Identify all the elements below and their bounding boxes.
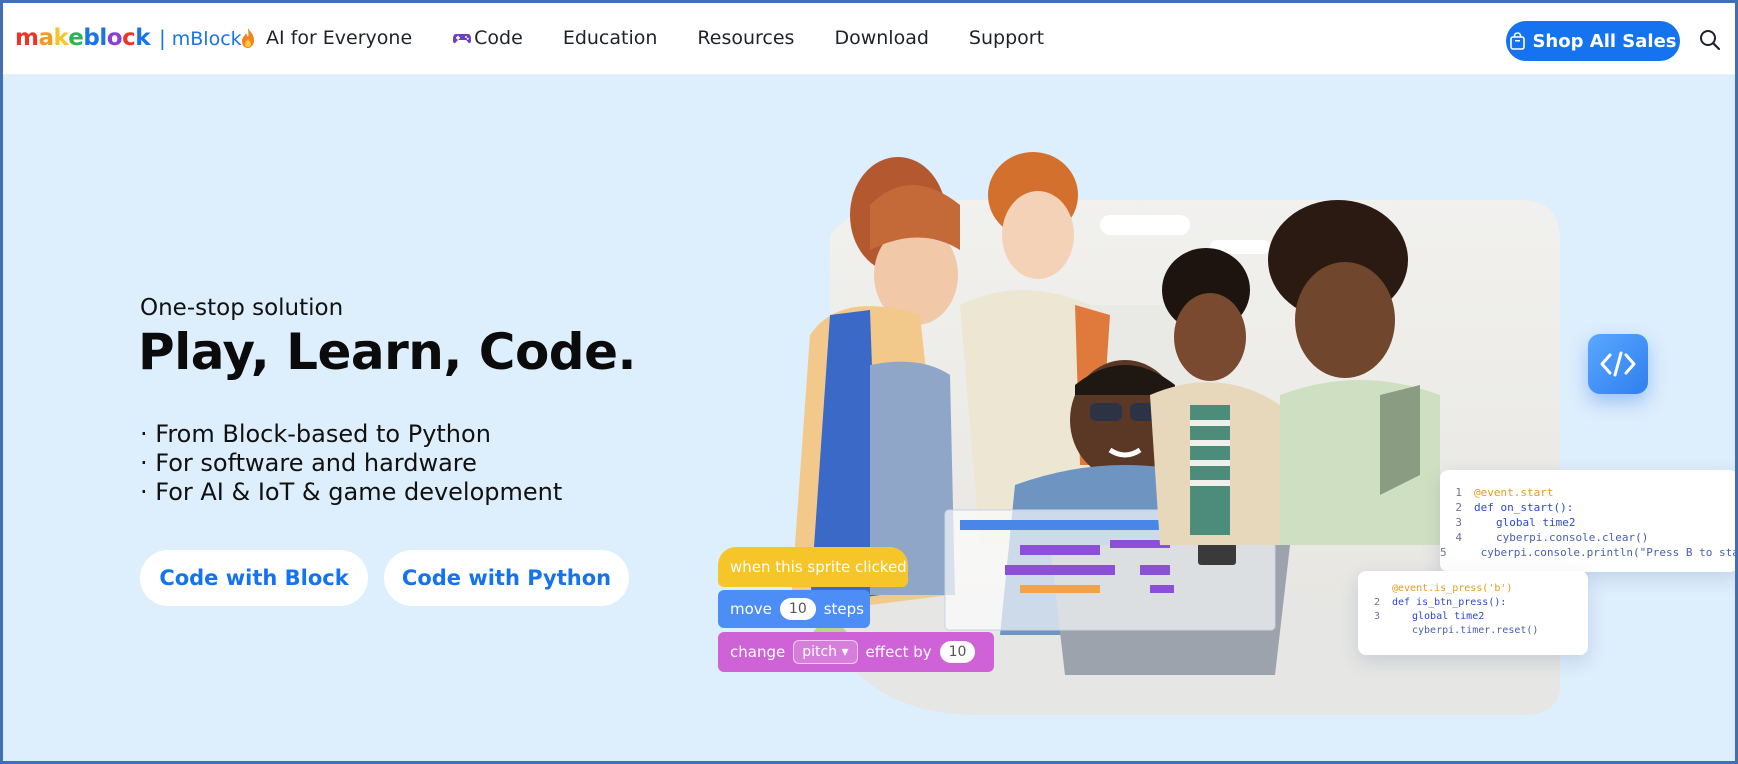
block-label: effect by bbox=[865, 643, 932, 661]
nav-item-support[interactable]: Support bbox=[969, 27, 1044, 49]
logo-wordmark: makeblock bbox=[15, 25, 151, 51]
hero-headline: Play, Learn, Code. bbox=[138, 323, 637, 381]
code-line: 3 global time2 bbox=[1358, 609, 1588, 623]
search-icon[interactable] bbox=[1698, 28, 1722, 52]
line-number: 1 bbox=[1373, 582, 1380, 594]
code-line: 4 cyberpi.console.clear() bbox=[1440, 530, 1738, 545]
hero-section: One-stop solution Play, Learn, Code. · F… bbox=[0, 75, 1738, 764]
nav-item-label: Download bbox=[834, 26, 929, 49]
feature-item: · For AI & IoT & game development bbox=[140, 478, 563, 506]
hero-feature-list: · From Block-based to Python · For softw… bbox=[140, 420, 562, 507]
nav-item-label: AI for Everyone bbox=[266, 26, 413, 49]
nav-item-code[interactable]: Code bbox=[452, 27, 523, 49]
line-number: 2 bbox=[1373, 596, 1380, 608]
logo-letter: e bbox=[68, 25, 84, 51]
logo-letter: m bbox=[15, 25, 39, 51]
gamepad-icon bbox=[453, 33, 472, 43]
logo-letter: a bbox=[38, 25, 54, 51]
logo-letter: l bbox=[99, 25, 107, 51]
logo-letter: b bbox=[83, 25, 100, 51]
nav-item-label: Resources bbox=[697, 26, 795, 49]
python-code-panel-secondary: 1 @event.is_press('b') 2 def is_btn_press(… bbox=[1358, 571, 1588, 655]
block-label: move bbox=[730, 600, 772, 618]
code-text: global time2 bbox=[1412, 610, 1485, 622]
logo-letter: o bbox=[106, 25, 123, 51]
nav-item-label: Education bbox=[562, 26, 658, 49]
hero-eyebrow: One-stop solution bbox=[140, 295, 344, 321]
code-with-python-button[interactable]: Code with Python bbox=[384, 550, 629, 606]
nav-item-label: Support bbox=[968, 26, 1045, 49]
code-toggle-button[interactable] bbox=[1588, 334, 1648, 394]
makeblock-logo[interactable]: makeblock | mBlock bbox=[15, 25, 242, 51]
line-number: 1 bbox=[1455, 486, 1462, 499]
code-brackets-icon bbox=[1600, 351, 1636, 377]
nav-item-download[interactable]: Download bbox=[834, 27, 928, 49]
code-line: 2 def on_start(): bbox=[1440, 500, 1738, 515]
python-code-panel-main: 1 @event.start 2 def on_start(): 3 global t… bbox=[1440, 470, 1738, 572]
code-text: cyberpi.console.println("Press B to star… bbox=[1480, 546, 1738, 559]
nav-item-label: Code bbox=[474, 26, 523, 49]
main-nav: AI for Everyone Code Education Resources… bbox=[238, 0, 1084, 75]
line-number: 2 bbox=[1455, 501, 1462, 514]
block-label: change bbox=[730, 643, 786, 661]
logo-letter: k bbox=[53, 25, 69, 51]
code-text: @event.is_press('b') bbox=[1392, 582, 1513, 594]
line-number: 4 bbox=[1455, 531, 1462, 544]
block-value: 10 bbox=[939, 641, 976, 663]
block-value: 10 bbox=[779, 598, 816, 620]
shop-all-sales-button[interactable]: Shop All Sales bbox=[1506, 21, 1680, 61]
logo-letter: c bbox=[122, 25, 136, 51]
feature-item: · For software and hardware bbox=[140, 449, 477, 477]
nav-item-education[interactable]: Education bbox=[563, 27, 658, 49]
scratch-block-change-effect: change pitch ▾ effect by 10 bbox=[718, 632, 994, 672]
shopping-bag-icon bbox=[1510, 32, 1526, 50]
line-number: 3 bbox=[1373, 610, 1380, 622]
line-number: 5 bbox=[1440, 546, 1447, 559]
site-header: makeblock | mBlock AI for Everyone Code … bbox=[0, 0, 1738, 75]
flame-icon bbox=[242, 27, 254, 48]
code-text: cyberpi.console.clear() bbox=[1496, 531, 1649, 544]
code-text: cyberpi.timer.reset() bbox=[1412, 624, 1539, 636]
code-text: global time2 bbox=[1496, 516, 1576, 529]
code-line: 1 @event.start bbox=[1440, 485, 1738, 500]
block-dropdown: pitch ▾ bbox=[793, 640, 858, 664]
logo-separator: | bbox=[159, 26, 166, 50]
block-label: when this sprite clicked bbox=[730, 558, 907, 576]
code-text: def is_btn_press(): bbox=[1392, 596, 1507, 608]
code-line: 3 global time2 bbox=[1440, 515, 1738, 530]
code-line: 2 def is_btn_press(): bbox=[1358, 595, 1588, 609]
code-text: @event.start bbox=[1474, 486, 1554, 499]
nav-item-ai-for-everyone[interactable]: AI for Everyone bbox=[238, 27, 412, 49]
code-text: def on_start(): bbox=[1474, 501, 1574, 514]
code-line: 5 cyberpi.console.println("Press B to sta… bbox=[1440, 545, 1738, 560]
line-number: 3 bbox=[1455, 516, 1462, 529]
logo-product-name: mBlock bbox=[171, 28, 242, 50]
code-line: cyberpi.timer.reset() bbox=[1358, 623, 1588, 637]
feature-item: · From Block-based to Python bbox=[140, 420, 491, 448]
scratch-block-move: move 10 steps bbox=[718, 590, 870, 628]
scratch-block-when-clicked: when this sprite clicked bbox=[718, 547, 908, 587]
shop-button-label: Shop All Sales bbox=[1532, 30, 1677, 52]
code-with-block-button[interactable]: Code with Block bbox=[140, 550, 368, 606]
logo-letter: k bbox=[135, 25, 151, 51]
code-line: 1 @event.is_press('b') bbox=[1358, 581, 1588, 595]
block-label: steps bbox=[823, 600, 864, 618]
nav-item-resources[interactable]: Resources bbox=[697, 27, 794, 49]
